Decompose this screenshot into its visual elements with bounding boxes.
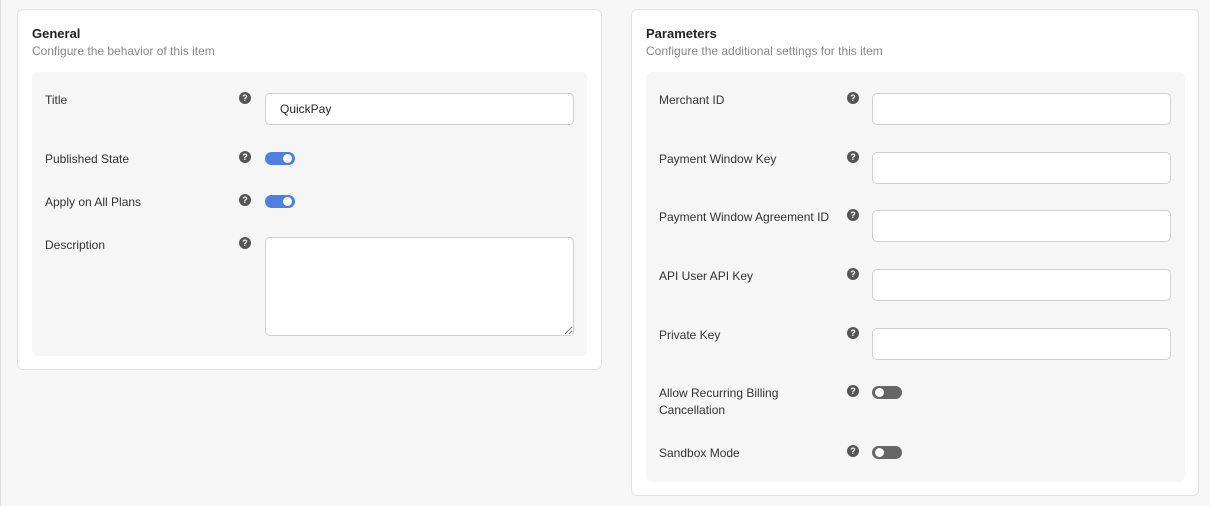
- description-label: Description: [45, 238, 106, 252]
- sandbox-mode-label: Sandbox Mode: [659, 446, 740, 460]
- title-label: Title: [45, 93, 68, 107]
- general-title: General: [32, 26, 81, 41]
- general-form: Title ? Published State ? Apply on All P…: [32, 72, 587, 356]
- payment-window-key-label: Payment Window Key: [659, 152, 777, 166]
- recurring-billing-label-line2: Cancellation: [659, 403, 726, 417]
- private-key-input[interactable]: [872, 328, 1171, 360]
- payment-window-key-input[interactable]: [872, 152, 1171, 184]
- parameters-form: Merchant ID ? Payment Window Key ? Payme…: [646, 72, 1185, 482]
- apply-all-plans-toggle[interactable]: [265, 195, 295, 208]
- question-circle-icon[interactable]: ?: [847, 445, 859, 457]
- question-circle-icon[interactable]: ?: [239, 151, 251, 163]
- recurring-billing-label-line1: Allow Recurring Billing: [659, 386, 779, 400]
- question-circle-icon[interactable]: ?: [847, 209, 859, 221]
- general-card: General Configure the behavior of this i…: [17, 9, 602, 370]
- question-circle-icon[interactable]: ?: [239, 92, 251, 104]
- parameters-card: Parameters Configure the additional sett…: [631, 9, 1199, 496]
- question-circle-icon[interactable]: ?: [239, 194, 251, 206]
- title-input[interactable]: [265, 93, 574, 125]
- question-circle-icon[interactable]: ?: [847, 268, 859, 280]
- payment-window-agreement-label: Payment Window Agreement ID: [659, 210, 830, 224]
- api-user-key-label: API User API Key: [659, 269, 754, 283]
- toggle-knob: [283, 154, 292, 163]
- question-circle-icon[interactable]: ?: [847, 385, 859, 397]
- sandbox-mode-toggle[interactable]: [872, 446, 902, 459]
- question-circle-icon[interactable]: ?: [239, 237, 251, 249]
- merchant-id-label: Merchant ID: [659, 93, 725, 107]
- toggle-knob: [875, 388, 884, 397]
- apply-all-plans-label: Apply on All Plans: [45, 195, 142, 209]
- api-user-key-input[interactable]: [872, 269, 1171, 301]
- parameters-subtitle: Configure the additional settings for th…: [646, 44, 883, 58]
- parameters-title: Parameters: [646, 26, 717, 41]
- question-circle-icon[interactable]: ?: [847, 151, 859, 163]
- toggle-knob: [283, 197, 292, 206]
- recurring-billing-label: Allow Recurring Billing Cancellation: [659, 385, 778, 419]
- payment-window-agreement-input[interactable]: [872, 210, 1171, 242]
- published-state-toggle[interactable]: [265, 152, 295, 165]
- question-circle-icon[interactable]: ?: [847, 327, 859, 339]
- merchant-id-input[interactable]: [872, 93, 1171, 125]
- recurring-billing-toggle[interactable]: [872, 386, 902, 399]
- published-state-label: Published State: [45, 152, 130, 166]
- private-key-label: Private Key: [659, 328, 721, 342]
- general-subtitle: Configure the behavior of this item: [32, 44, 215, 58]
- toggle-knob: [875, 448, 884, 457]
- description-textarea[interactable]: [265, 237, 574, 336]
- question-circle-icon[interactable]: ?: [847, 92, 859, 104]
